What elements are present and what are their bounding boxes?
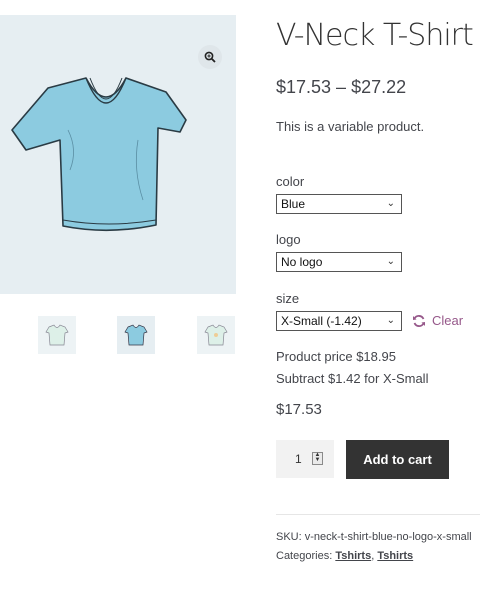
thumbnail-green-shirt[interactable] bbox=[38, 316, 76, 354]
refresh-icon bbox=[413, 314, 425, 327]
logo-select-value: No logo bbox=[281, 255, 323, 269]
short-description: This is a variable product. bbox=[276, 119, 425, 134]
tshirt-icon bbox=[204, 324, 228, 346]
caret-down-icon[interactable]: ▼ bbox=[313, 457, 322, 463]
quantity-stepper[interactable]: 1 ▲ ▼ bbox=[276, 440, 334, 478]
sku-value: v-neck-t-shirt-blue-no-logo-x-small bbox=[304, 531, 472, 543]
variation-price: $17.53 bbox=[276, 401, 322, 418]
logo-label: logo bbox=[276, 232, 301, 247]
tshirt-icon bbox=[45, 324, 69, 346]
gallery-thumbnails bbox=[0, 316, 236, 356]
product-price-line: Product price $18.95 bbox=[276, 349, 396, 364]
zoom-in-icon bbox=[204, 51, 216, 63]
categories-label: Categories: bbox=[276, 550, 333, 562]
size-select[interactable]: X-Small (-1.42) ⌄ bbox=[276, 311, 402, 331]
divider bbox=[276, 514, 480, 515]
category-link[interactable]: Tshirts bbox=[377, 550, 413, 562]
logo-select[interactable]: No logo ⌄ bbox=[276, 252, 402, 272]
product-image-v-neck-blue[interactable] bbox=[8, 70, 188, 240]
chevron-down-icon: ⌄ bbox=[386, 198, 395, 209]
price-range: $17.53 – $27.22 bbox=[276, 77, 407, 97]
size-label: size bbox=[276, 291, 300, 306]
thumbnail-green-shirt-logo[interactable] bbox=[197, 316, 235, 354]
sku-line: SKU: v-neck-t-shirt-blue-no-logo-x-small bbox=[276, 531, 472, 543]
chevron-down-icon: ⌄ bbox=[386, 315, 395, 326]
category-link[interactable]: Tshirts bbox=[335, 550, 371, 562]
color-label: color bbox=[276, 174, 305, 189]
product-gallery bbox=[0, 15, 236, 294]
zoom-button[interactable] bbox=[198, 45, 222, 69]
product-title: V-Neck T-Shirt bbox=[276, 18, 474, 53]
subtract-line: Subtract $1.42 for X-Small bbox=[276, 371, 429, 386]
quantity-value[interactable]: 1 bbox=[295, 452, 302, 466]
categories-line: Categories: Tshirts, Tshirts bbox=[276, 550, 414, 562]
add-to-cart-button[interactable]: Add to cart bbox=[346, 440, 449, 479]
clear-label: Clear bbox=[432, 313, 464, 328]
color-select[interactable]: Blue ⌄ bbox=[276, 194, 402, 214]
clear-selection-link[interactable]: Clear bbox=[412, 313, 463, 328]
color-select-value: Blue bbox=[281, 197, 306, 211]
tshirt-icon bbox=[124, 324, 148, 346]
thumbnail-blue-shirt[interactable] bbox=[117, 316, 155, 354]
chevron-down-icon: ⌄ bbox=[386, 256, 395, 267]
sku-label: SKU: bbox=[276, 531, 302, 543]
size-select-value: X-Small (-1.42) bbox=[281, 314, 362, 328]
quantity-spinner[interactable]: ▲ ▼ bbox=[312, 452, 323, 465]
